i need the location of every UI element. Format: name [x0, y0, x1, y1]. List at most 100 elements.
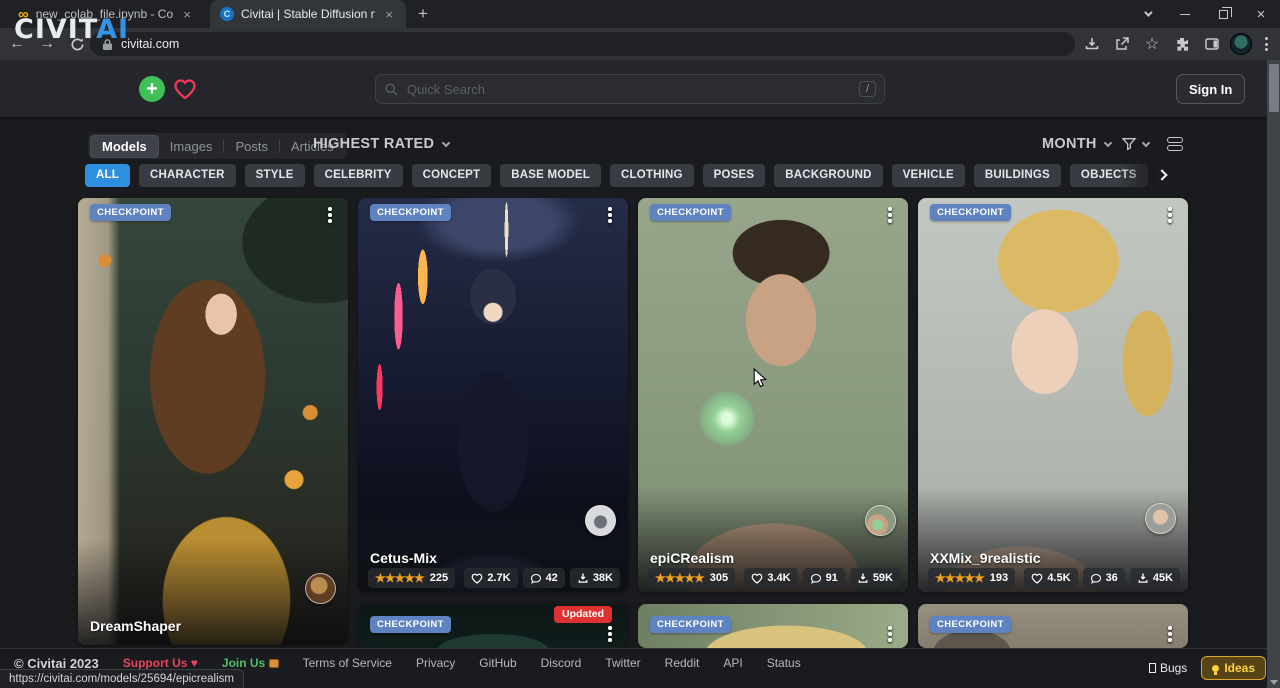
- search-box[interactable]: /: [375, 74, 885, 104]
- layout-toggle-button[interactable]: [1167, 137, 1183, 151]
- side-panel-icon[interactable]: [1200, 32, 1224, 56]
- model-card-partial[interactable]: CHECKPOINT: [638, 604, 908, 648]
- logo-civit: CIVIT: [14, 14, 96, 45]
- discord-link[interactable]: Discord: [541, 656, 582, 670]
- model-stats: ★★★★★ 193 4.5K 36 45K: [928, 568, 1180, 588]
- maximize-button[interactable]: [1204, 0, 1242, 28]
- comments-pill: 36: [1083, 568, 1125, 588]
- upload-plus-button[interactable]: +: [139, 76, 165, 102]
- category-chips: ALL CHARACTER STYLE CELEBRITY CONCEPT BA…: [85, 164, 1175, 187]
- likes-count: 4.5K: [1047, 572, 1070, 584]
- card-menu-icon[interactable]: [1164, 207, 1176, 223]
- bookmark-star-icon[interactable]: ☆: [1140, 32, 1164, 56]
- creator-avatar[interactable]: [865, 505, 896, 536]
- downloads-pill: 38K: [570, 568, 620, 588]
- heart-icon: [471, 573, 483, 584]
- model-card-partial[interactable]: CHECKPOINT: [918, 604, 1188, 648]
- extensions-icon[interactable]: [1170, 32, 1194, 56]
- address-bar[interactable]: civitai.com: [90, 32, 1075, 56]
- share-icon[interactable]: [1110, 32, 1134, 56]
- ideas-button[interactable]: Ideas: [1201, 656, 1266, 680]
- model-card-dreamshaper[interactable]: CHECKPOINT DreamShaper: [78, 198, 348, 645]
- reddit-link[interactable]: Reddit: [665, 656, 700, 670]
- comments-pill: 91: [803, 568, 845, 588]
- card-menu-icon[interactable]: [884, 207, 896, 223]
- downloads-count: 59K: [873, 572, 893, 584]
- chevron-down-icon: [442, 138, 450, 146]
- chip-background[interactable]: BACKGROUND: [774, 164, 882, 187]
- chip-poses[interactable]: POSES: [703, 164, 766, 187]
- creator-avatar[interactable]: [585, 505, 616, 536]
- chip-base-model[interactable]: BASE MODEL: [500, 164, 601, 187]
- scrollbar-thumb[interactable]: [1269, 64, 1279, 112]
- card-menu-icon[interactable]: [1164, 626, 1176, 642]
- chip-all[interactable]: ALL: [85, 164, 130, 187]
- creator-avatar[interactable]: [1145, 503, 1176, 534]
- chip-concept[interactable]: CONCEPT: [412, 164, 492, 187]
- filter-funnel-button[interactable]: [1121, 136, 1149, 152]
- card-menu-icon[interactable]: [324, 207, 336, 223]
- tab-images[interactable]: Images: [159, 136, 224, 157]
- model-card-partial[interactable]: CHECKPOINT Updated: [358, 604, 628, 648]
- close-button[interactable]: ×: [1242, 0, 1280, 28]
- chips-scroll-right-button[interactable]: [1120, 160, 1180, 190]
- twitter-link[interactable]: Twitter: [605, 656, 640, 670]
- minimize-button[interactable]: [1166, 0, 1204, 28]
- chip-style[interactable]: STYLE: [245, 164, 305, 187]
- chip-celebrity[interactable]: CELEBRITY: [314, 164, 403, 187]
- card-menu-icon[interactable]: [604, 207, 616, 223]
- rating-pill: ★★★★★ 193: [928, 568, 1015, 588]
- window-controls: ×: [1128, 0, 1280, 28]
- checkpoint-badge: CHECKPOINT: [90, 204, 171, 221]
- rating-count: 193: [990, 572, 1008, 584]
- model-title: DreamShaper: [90, 618, 181, 634]
- download-icon: [1137, 572, 1149, 584]
- browser-menu-icon[interactable]: [1258, 37, 1274, 51]
- heart-icon: [1031, 573, 1043, 584]
- scrollbar-down-arrow[interactable]: [1270, 680, 1278, 685]
- tab-search-icon[interactable]: [1128, 0, 1166, 28]
- search-input[interactable]: [407, 82, 851, 97]
- tab-close-icon[interactable]: ×: [382, 7, 396, 22]
- download-icon: [857, 572, 869, 584]
- github-link[interactable]: GitHub: [479, 656, 516, 670]
- terms-link[interactable]: Terms of Service: [303, 656, 392, 670]
- support-us-link[interactable]: Support Us ♥: [123, 656, 198, 670]
- content-type-tabs: Models Images Posts Articles: [88, 133, 347, 159]
- card-menu-icon[interactable]: [884, 626, 896, 642]
- install-icon[interactable]: [1080, 32, 1104, 56]
- status-link[interactable]: Status: [767, 656, 801, 670]
- chip-vehicle[interactable]: VEHICLE: [892, 164, 965, 187]
- chip-clothing[interactable]: CLOTHING: [610, 164, 694, 187]
- browser-window: ∞ new_colab_file.ipynb - Colaborat × C C…: [0, 0, 1280, 688]
- sort-dropdown[interactable]: HIGHEST RATED: [313, 136, 449, 152]
- new-tab-button[interactable]: +: [418, 4, 428, 24]
- chip-character[interactable]: CHARACTER: [139, 164, 236, 187]
- rating-count: 225: [430, 572, 448, 584]
- civitai-logo[interactable]: CIVITAI: [14, 14, 129, 45]
- search-icon: [384, 82, 399, 97]
- model-card-epicrealism[interactable]: CHECKPOINT epiCRealism ★★★★★ 305 3.4K 91: [638, 198, 908, 592]
- tab-posts[interactable]: Posts: [224, 136, 279, 157]
- api-link[interactable]: API: [723, 656, 742, 670]
- page-scrollbar[interactable]: [1267, 60, 1280, 688]
- tab-models[interactable]: Models: [90, 135, 159, 158]
- privacy-link[interactable]: Privacy: [416, 656, 455, 670]
- join-us-link[interactable]: Join Us: [222, 656, 279, 670]
- favorites-heart-icon[interactable]: [172, 76, 198, 102]
- tab-civitai[interactable]: C Civitai | Stable Diffusion models, ×: [210, 0, 406, 28]
- creator-avatar[interactable]: [305, 573, 336, 604]
- checkpoint-badge: CHECKPOINT: [370, 616, 451, 633]
- sign-in-button[interactable]: Sign In: [1176, 74, 1245, 104]
- chip-buildings[interactable]: BUILDINGS: [974, 164, 1061, 187]
- browser-profile-avatar[interactable]: [1230, 33, 1252, 55]
- tab-close-icon[interactable]: ×: [180, 7, 194, 22]
- bugs-link[interactable]: Bugs: [1149, 661, 1187, 675]
- model-title: epiCRealism: [650, 550, 734, 566]
- rating-count: 305: [710, 572, 728, 584]
- model-card-xxmix[interactable]: CHECKPOINT XXMix_9realistic ★★★★★ 193 4.…: [918, 198, 1188, 592]
- card-menu-icon[interactable]: [604, 626, 616, 642]
- period-dropdown[interactable]: MONTH: [1042, 136, 1111, 152]
- likes-pill: 3.4K: [744, 568, 797, 588]
- model-card-cetus-mix[interactable]: CHECKPOINT Cetus-Mix ★★★★★ 225 2.7K 42: [358, 198, 628, 592]
